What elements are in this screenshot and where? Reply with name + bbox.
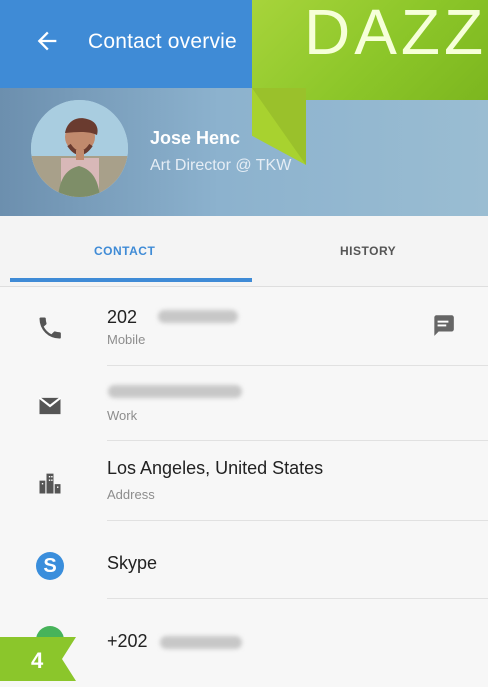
tab-contact[interactable]: CONTACT bbox=[94, 244, 155, 258]
tab-history[interactable]: HISTORY bbox=[340, 244, 396, 258]
page-title: Contact overvie bbox=[88, 30, 237, 53]
back-arrow-icon[interactable] bbox=[33, 27, 61, 55]
row-divider bbox=[107, 598, 488, 599]
step-badge-number: 4 bbox=[31, 648, 44, 673]
row-divider bbox=[107, 520, 488, 521]
contact-role: Art Director @ TKW bbox=[150, 157, 292, 174]
contact-overview-screen: Contact overvie Jose Henc Art Director @… bbox=[0, 0, 488, 687]
phone-number-redacted bbox=[158, 310, 238, 323]
message-icon[interactable] bbox=[430, 312, 456, 338]
contact-tabs: CONTACT HISTORY bbox=[0, 216, 488, 287]
building-icon bbox=[39, 473, 61, 494]
address-label: Address bbox=[107, 487, 155, 502]
mail-icon bbox=[38, 397, 62, 415]
phone-type-label: Mobile bbox=[107, 332, 146, 347]
phone-icon bbox=[39, 317, 61, 339]
address-text[interactable]: Los Angeles, United States bbox=[107, 458, 323, 479]
contact-name: Jose Henc bbox=[150, 128, 241, 148]
row-divider bbox=[107, 440, 488, 441]
phone-number[interactable]: 202 bbox=[107, 307, 137, 328]
skype-icon: S bbox=[36, 552, 64, 580]
overlay-banner-text: DAZZ bbox=[304, 0, 488, 68]
skype-label[interactable]: Skype bbox=[107, 553, 157, 574]
phone-secondary[interactable]: +202 bbox=[107, 631, 148, 652]
active-tab-indicator bbox=[10, 278, 252, 282]
email-redacted bbox=[108, 385, 242, 398]
email-type-label: Work bbox=[107, 408, 138, 423]
phone-secondary-redacted bbox=[160, 636, 242, 649]
avatar bbox=[31, 100, 128, 197]
row-divider bbox=[107, 365, 488, 366]
